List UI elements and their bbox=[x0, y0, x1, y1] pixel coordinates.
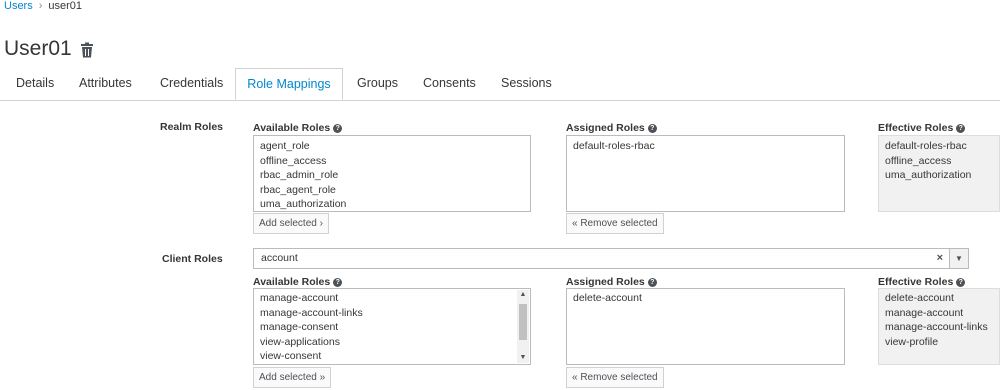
tab-role-mappings[interactable]: Role Mappings bbox=[235, 68, 343, 100]
list-item: uma_authorization bbox=[885, 169, 972, 181]
list-item[interactable]: agent_role bbox=[254, 139, 530, 154]
help-icon[interactable]: ? bbox=[647, 278, 657, 287]
breadcrumb-current: user01 bbox=[48, 0, 83, 12]
tab-credentials[interactable]: Credentials bbox=[160, 68, 223, 99]
realm-remove-selected-button[interactable]: « Remove selected bbox=[566, 213, 664, 234]
list-item[interactable]: manage-account-links bbox=[254, 306, 530, 321]
client-assigned-roles-text: Assigned Roles bbox=[566, 276, 645, 288]
client-assigned-roles-header: Assigned Roles? bbox=[566, 276, 657, 288]
client-effective-roles-list: delete-account manage-account manage-acc… bbox=[878, 288, 1000, 365]
realm-roles-label: Realm Roles bbox=[160, 121, 224, 133]
realm-effective-roles-list: default-roles-rbac offline_access uma_au… bbox=[878, 135, 1000, 212]
client-available-roles-header: Available Roles? bbox=[253, 276, 343, 288]
list-item: manage-account-links bbox=[885, 321, 988, 333]
chevron-down-icon[interactable]: ▼ bbox=[949, 249, 968, 268]
list-item[interactable]: view-applications bbox=[254, 335, 530, 350]
breadcrumb: Users › user01 bbox=[4, 0, 82, 12]
client-available-roles-text: Available Roles bbox=[253, 276, 331, 288]
list-item[interactable]: default-roles-rbac bbox=[567, 139, 844, 154]
trash-icon[interactable] bbox=[80, 42, 94, 58]
scroll-up-icon[interactable]: ▲ bbox=[517, 290, 529, 300]
realm-add-selected-button[interactable]: Add selected › bbox=[253, 213, 329, 234]
list-item[interactable]: delete-account bbox=[567, 291, 844, 306]
list-item: default-roles-rbac bbox=[885, 140, 967, 152]
tab-details[interactable]: Details bbox=[16, 68, 54, 99]
tab-bar: Details Attributes Credentials Role Mapp… bbox=[0, 68, 1000, 101]
list-item: manage-account bbox=[885, 306, 964, 319]
client-select[interactable]: account × ▼ bbox=[253, 248, 969, 269]
realm-available-roles-text: Available Roles bbox=[253, 122, 331, 134]
breadcrumb-separator: › bbox=[38, 0, 43, 12]
client-select-value: account bbox=[261, 252, 298, 264]
client-add-selected-button[interactable]: Add selected » bbox=[253, 367, 332, 388]
list-item[interactable]: view-consent bbox=[254, 349, 530, 364]
client-effective-roles-header: Effective Roles? bbox=[878, 276, 966, 288]
list-item[interactable]: rbac_admin_role bbox=[254, 168, 530, 183]
tab-sessions[interactable]: Sessions bbox=[501, 68, 552, 99]
list-item[interactable]: rbac_agent_role bbox=[254, 183, 530, 198]
tab-attributes[interactable]: Attributes bbox=[79, 68, 132, 99]
scroll-down-icon[interactable]: ▼ bbox=[517, 353, 529, 363]
help-icon[interactable]: ? bbox=[956, 124, 966, 133]
client-remove-selected-button[interactable]: « Remove selected bbox=[566, 367, 664, 388]
scrollbar[interactable]: ▲ ▼ bbox=[517, 290, 529, 363]
list-item[interactable]: uma_authorization bbox=[254, 197, 530, 211]
client-roles-label: Client Roles bbox=[162, 253, 223, 265]
list-item[interactable]: manage-consent bbox=[254, 320, 530, 335]
list-item[interactable]: manage-account bbox=[254, 291, 530, 306]
page-title: User01 bbox=[4, 37, 72, 60]
clear-icon[interactable]: × bbox=[937, 249, 943, 268]
client-assigned-roles-list[interactable]: delete-account bbox=[566, 288, 845, 365]
client-available-roles-list[interactable]: manage-account manage-account-links mana… bbox=[253, 288, 531, 365]
breadcrumb-users-link[interactable]: Users bbox=[4, 0, 33, 12]
client-effective-roles-text: Effective Roles bbox=[878, 276, 954, 288]
list-item: delete-account bbox=[885, 292, 954, 304]
realm-effective-roles-text: Effective Roles bbox=[878, 122, 954, 134]
realm-effective-roles-header: Effective Roles? bbox=[878, 122, 966, 134]
help-icon[interactable]: ? bbox=[333, 278, 343, 287]
realm-assigned-roles-list[interactable]: default-roles-rbac bbox=[566, 135, 845, 212]
help-icon[interactable]: ? bbox=[956, 278, 966, 287]
scrollbar-thumb[interactable] bbox=[519, 304, 527, 340]
tab-groups[interactable]: Groups bbox=[357, 68, 398, 99]
realm-available-roles-list[interactable]: agent_role offline_access rbac_admin_rol… bbox=[253, 135, 531, 212]
realm-assigned-roles-header: Assigned Roles? bbox=[566, 122, 657, 134]
list-item[interactable]: offline_access bbox=[254, 154, 530, 169]
realm-assigned-roles-text: Assigned Roles bbox=[566, 122, 645, 134]
help-icon[interactable]: ? bbox=[647, 124, 657, 133]
help-icon[interactable]: ? bbox=[333, 124, 343, 133]
tab-consents[interactable]: Consents bbox=[423, 68, 476, 99]
realm-available-roles-header: Available Roles? bbox=[253, 122, 343, 134]
list-item: view-profile bbox=[885, 335, 939, 348]
list-item: offline_access bbox=[885, 154, 952, 167]
